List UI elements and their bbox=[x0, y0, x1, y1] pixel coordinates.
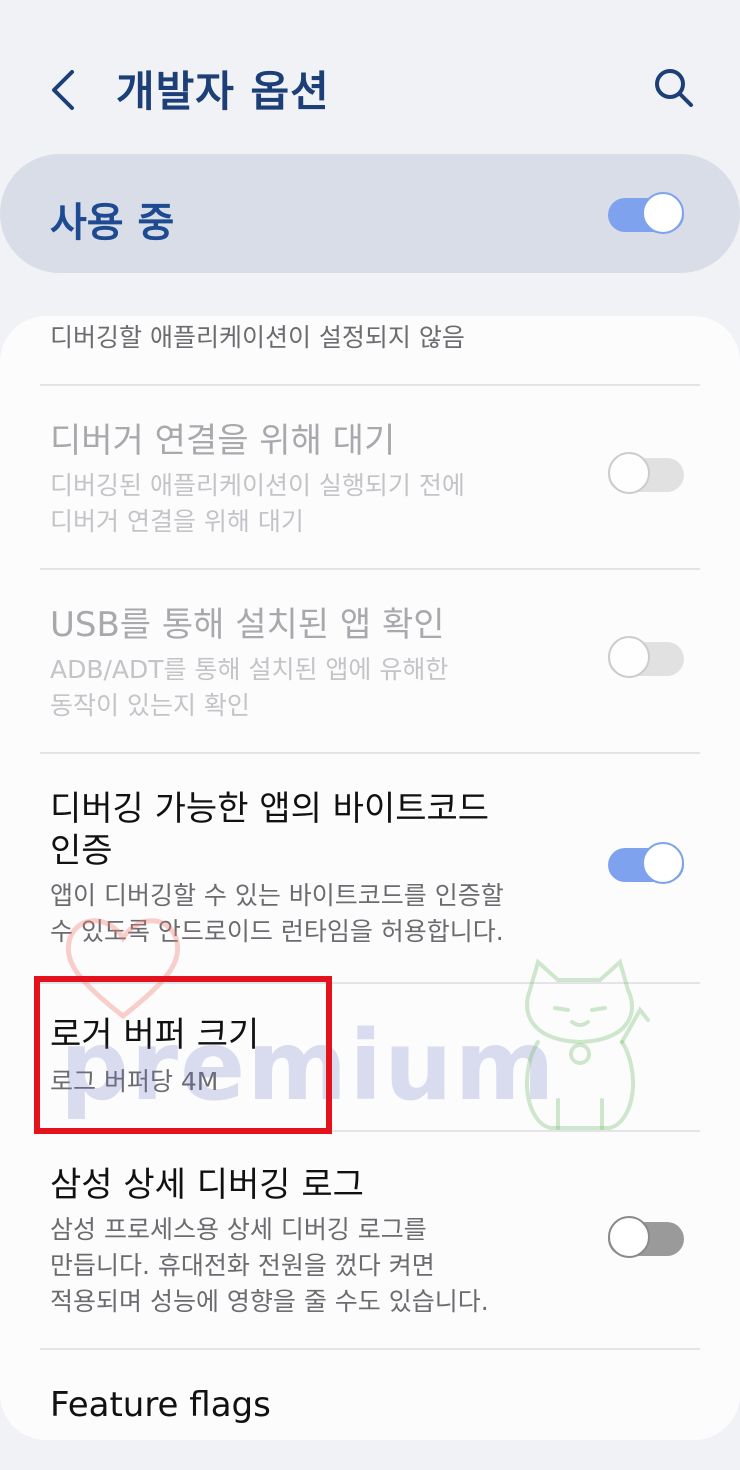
verify-bytecode-item[interactable]: 디버깅 가능한 앱의 바이트코드 인증 앱이 디버깅할 수 있는 바이트코드를 … bbox=[0, 754, 740, 982]
verify-usb-apps-sub-2: 동작이 있는지 확인 bbox=[50, 691, 250, 720]
search-button[interactable] bbox=[648, 62, 700, 114]
verify-bytecode-sub-1: 앱이 디버깅할 수 있는 바이트코드를 인증할 bbox=[50, 881, 504, 910]
samsung-debug-log-toggle[interactable] bbox=[608, 1216, 684, 1262]
verify-usb-apps-sub-1: ADB/ADT를 통해 설치된 앱에 유해한 bbox=[50, 655, 449, 684]
back-button[interactable] bbox=[42, 62, 92, 118]
debug-app-text: 디버깅할 애플리케이션이 설정되지 않음 bbox=[50, 323, 465, 352]
samsung-debug-log-sub-2: 만듭니다. 휴대전화 전원을 껐다 켜면 bbox=[50, 1251, 435, 1280]
wait-for-debugger-toggle[interactable] bbox=[608, 452, 684, 498]
wait-for-debugger-title: 디버거 연결을 위해 대기 bbox=[50, 421, 396, 461]
highlight-box bbox=[34, 976, 332, 1134]
settings-card: 디버깅할 애플리케이션이 설정되지 않음 디버거 연결을 위해 대기 디버깅된 … bbox=[0, 316, 740, 1440]
master-switch-bar[interactable]: 사용 중 bbox=[0, 154, 740, 273]
samsung-debug-log-sub-3: 적용되며 성능에 영향을 줄 수도 있습니다. bbox=[50, 1287, 489, 1316]
verify-usb-apps-title: USB를 통해 설치된 앱 확인 bbox=[50, 605, 445, 645]
page-title: 개발자 옵션 bbox=[116, 67, 330, 116]
chevron-left-icon bbox=[52, 70, 74, 110]
samsung-debug-log-sub-1: 삼성 프로세스용 상세 디버깅 로그를 bbox=[50, 1215, 427, 1244]
verify-bytecode-sub-2: 수 있도록 안드로이드 런타임을 허용합니다. bbox=[50, 917, 504, 946]
master-toggle[interactable] bbox=[608, 192, 684, 238]
master-switch-label: 사용 중 bbox=[50, 200, 175, 246]
app-bar: 개발자 옵션 bbox=[0, 0, 740, 150]
wait-for-debugger-sub-2: 디버거 연결을 위해 대기 bbox=[50, 507, 304, 536]
verify-usb-apps-toggle[interactable] bbox=[608, 636, 684, 682]
feature-flags-title: Feature flags bbox=[50, 1385, 271, 1425]
verify-bytecode-title-2: 인증 bbox=[50, 831, 113, 871]
samsung-debug-log-title: 삼성 상세 디버깅 로그 bbox=[50, 1165, 364, 1205]
verify-bytecode-toggle[interactable] bbox=[608, 842, 684, 888]
verify-usb-apps-item[interactable]: USB를 통해 설치된 앱 확인 ADB/ADT를 통해 설치된 앱에 유해한 … bbox=[0, 570, 740, 752]
feature-flags-item[interactable]: Feature flags bbox=[0, 1350, 740, 1440]
search-icon bbox=[655, 69, 693, 107]
samsung-debug-log-item[interactable]: 삼성 상세 디버깅 로그 삼성 프로세스용 상세 디버깅 로그를 만듭니다. 휴… bbox=[0, 1132, 740, 1348]
wait-for-debugger-sub-1: 디버깅된 애플리케이션이 실행되기 전에 bbox=[50, 471, 465, 500]
wait-for-debugger-item[interactable]: 디버거 연결을 위해 대기 디버깅된 애플리케이션이 실행되기 전에 디버거 연… bbox=[0, 386, 740, 568]
verify-bytecode-title-1: 디버깅 가능한 앱의 바이트코드 bbox=[50, 789, 490, 829]
